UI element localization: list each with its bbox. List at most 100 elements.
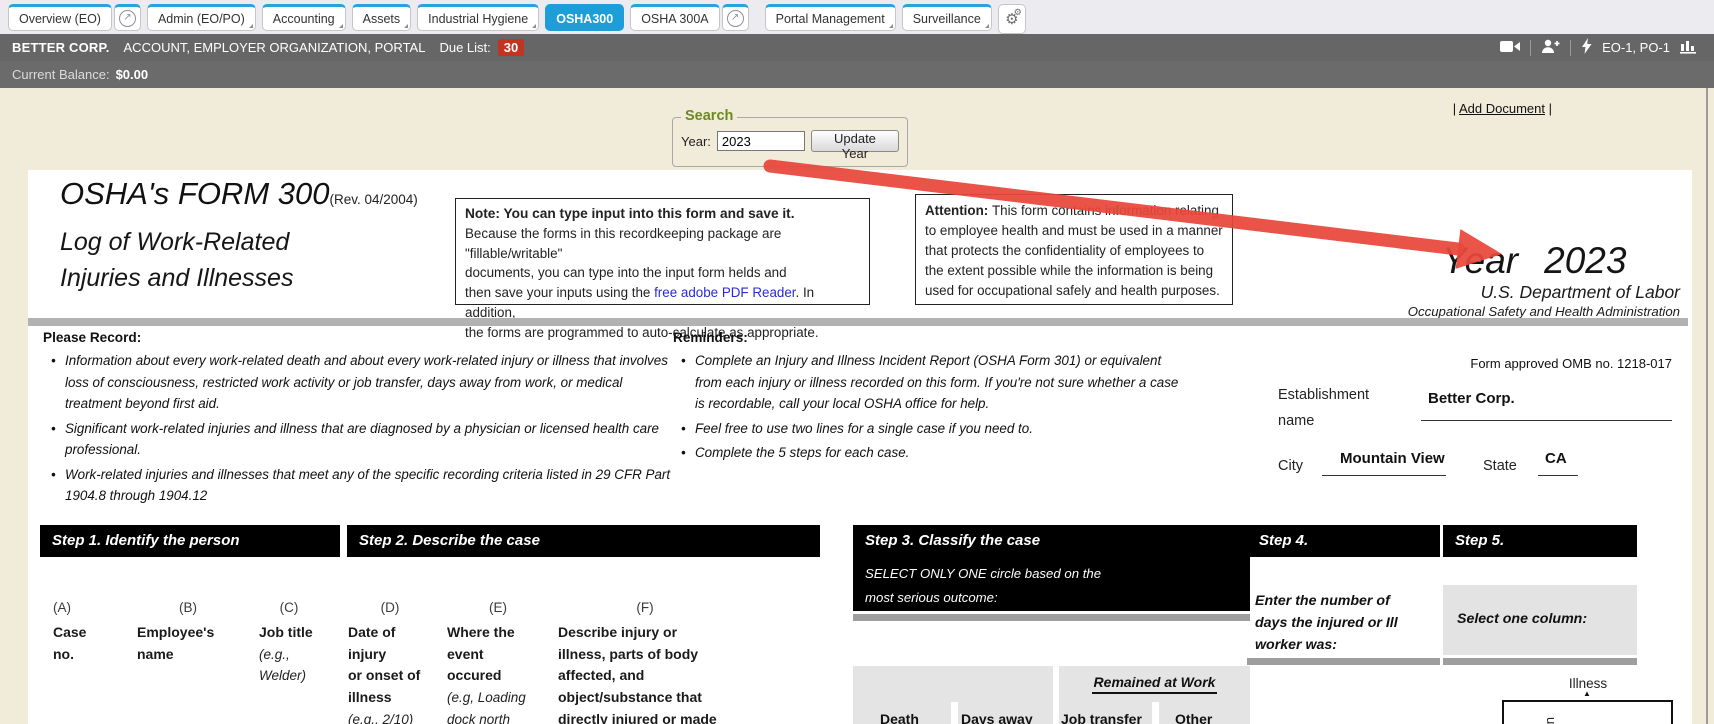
separator <box>1530 40 1531 56</box>
column-letter-a: (A) <box>42 600 82 615</box>
illness-column-rotated-label: condition <box>1542 717 1557 724</box>
column-letter-c: (C) <box>269 600 309 615</box>
reminders-bullet: Feel free to use two lines for a single … <box>679 418 1180 440</box>
form-year-value: 2023 <box>1544 240 1626 281</box>
tab-label: Surveillance <box>913 12 981 26</box>
balance-bar: Current Balance: $0.00 <box>0 61 1714 88</box>
state-value[interactable]: CA <box>1545 450 1567 467</box>
column-header-line: object/substance that <box>558 687 758 709</box>
column-header-line: affected, and <box>558 665 758 687</box>
column-header-line: Case <box>53 622 128 644</box>
step5-header: Step 5. <box>1443 525 1637 557</box>
tab-osha300-active[interactable]: OSHA300 <box>545 4 624 31</box>
tab-surveillance[interactable]: Surveillance <box>902 4 992 31</box>
dropdown-indicator-icon <box>985 24 989 28</box>
dept-of-labor-text: U.S. Department of Labor <box>1481 282 1680 303</box>
header-icon-group: EO-1, PO-1 <box>1500 38 1702 57</box>
org-codes-text: EO-1, PO-1 <box>1602 40 1670 55</box>
search-fieldset: Search Year: Update Year <box>672 117 908 167</box>
dropdown-indicator-icon <box>532 24 536 28</box>
column-header-line: Date of <box>348 622 446 644</box>
account-header-bar: BETTER CORP. ACCOUNT, EMPLOYER ORGANIZAT… <box>0 34 1714 61</box>
year-input[interactable] <box>717 131 805 151</box>
column-header-example: (e.g., <box>259 644 351 666</box>
column-divider <box>1152 702 1159 724</box>
note-line: then save your inputs using the free ado… <box>465 283 860 323</box>
column-header-line: injury <box>348 644 446 666</box>
column-header-line: name <box>137 644 249 666</box>
pipe: | <box>1545 101 1552 116</box>
due-list-count-badge[interactable]: 30 <box>498 39 524 56</box>
section-divider <box>28 318 1688 326</box>
settings-tab-button[interactable]: ⚙ ⚙ <box>998 4 1026 34</box>
osha-form-page: OSHA's FORM 300(Rev. 04/2004) Log of Wor… <box>28 170 1692 724</box>
tab-label: Portal Management <box>776 12 885 26</box>
tab-industrial-hygiene[interactable]: Industrial Hygiene <box>417 4 539 31</box>
step4-divider <box>1247 658 1440 665</box>
city-label: City <box>1278 453 1303 479</box>
note-box: Note: You can type input into this form … <box>455 198 870 305</box>
tab-osha300a[interactable]: OSHA 300A <box>630 4 719 31</box>
company-name: BETTER CORP. <box>12 40 110 55</box>
form-revision: (Rev. 04/2004) <box>329 192 417 207</box>
column-letter-d: (D) <box>370 600 410 615</box>
step3-header: Step 3. Classify the case SELECT ONLY ON… <box>853 525 1250 611</box>
tab-label: Assets <box>363 12 401 26</box>
form-title: OSHA's FORM 300(Rev. 04/2004) <box>60 176 418 212</box>
search-legend: Search <box>681 108 737 124</box>
osha-agency-text: Occupational Safety and Health Administr… <box>1408 304 1680 319</box>
tab-label: Admin (EO/PO) <box>158 12 245 26</box>
tab-assets[interactable]: Assets <box>352 4 412 31</box>
tab-portal-management[interactable]: Portal Management <box>765 4 896 31</box>
please-record-list: Information about every work-related dea… <box>43 350 675 507</box>
step3-divider <box>853 614 1250 621</box>
main-tab-bar: Overview (EO) ↗ Admin (EO/PO) Accounting… <box>0 0 1714 34</box>
add-document-link[interactable]: | Add Document | <box>1453 101 1552 116</box>
step3-title: Step 3. Classify the case <box>865 532 1250 549</box>
step5-instruction-cell: Select one column: <box>1443 585 1637 655</box>
column-divider <box>951 702 958 724</box>
tab-osha300a-external-button[interactable]: ↗ <box>722 4 749 31</box>
video-camera-icon[interactable] <box>1500 40 1520 56</box>
step4-instruction: Enter the number of days the injured or … <box>1255 590 1398 656</box>
step3-subtitle: SELECT ONLY ONE circle based on the most… <box>865 562 1250 610</box>
reminders-bullet: Complete the 5 steps for each case. <box>679 442 1180 464</box>
dropdown-indicator-icon <box>889 24 893 28</box>
column-header-example: Welder) <box>259 665 351 687</box>
bar-chart-icon[interactable] <box>1680 38 1698 57</box>
step5-instruction: Select one column: <box>1457 611 1587 627</box>
illness-column-box <box>1502 700 1673 724</box>
column-header-line: occured <box>447 665 555 687</box>
column-header-line: Describe injury or <box>558 622 758 644</box>
state-underline <box>1538 475 1578 476</box>
current-balance-value: $0.00 <box>116 67 149 82</box>
scrollbar-track <box>1706 88 1708 724</box>
tab-overview-eo[interactable]: Overview (EO) <box>8 4 112 31</box>
lightning-bolt-icon[interactable] <box>1581 38 1592 57</box>
tab-overview-external-button[interactable]: ↗ <box>114 4 141 31</box>
step4-header: Step 4. <box>1247 525 1440 557</box>
establishment-underline <box>1421 420 1672 421</box>
tab-accounting[interactable]: Accounting <box>262 4 346 31</box>
tab-label: OSHA 300A <box>641 12 708 26</box>
arrow-up-icon: ▲ <box>1583 689 1591 698</box>
column-header-line: Where the <box>447 622 555 644</box>
tab-label: Accounting <box>273 12 335 26</box>
form-subtitle: Log of Work-Related Injuries and Illness… <box>60 224 293 296</box>
city-value[interactable]: Mountain View <box>1340 450 1445 467</box>
column-header-example: (e.g, Loading <box>447 687 555 709</box>
classify-death-label: Death <box>880 711 919 724</box>
tab-admin-eopo[interactable]: Admin (EO/PO) <box>147 4 256 31</box>
account-context: ACCOUNT, EMPLOYER ORGANIZATION, PORTAL <box>124 40 426 55</box>
column-header-job-title: Job title (e.g.,Welder) <box>259 622 351 687</box>
column-header-case-no: Caseno. <box>53 622 128 665</box>
pdf-reader-link[interactable]: free adobe PDF Reader <box>654 285 795 300</box>
dropdown-indicator-icon <box>249 24 253 28</box>
establishment-value[interactable]: Better Corp. <box>1428 390 1515 407</box>
reminders-section: Reminders: Complete an Injury and Illnes… <box>673 330 1180 467</box>
add-person-icon[interactable] <box>1541 39 1560 57</box>
update-year-button[interactable]: Update Year <box>811 130 899 152</box>
step5-divider <box>1443 658 1637 665</box>
form-year-display: Year2023 <box>1442 240 1626 282</box>
column-header-where-event: Where theeventoccured (e.g, Loadingdock … <box>447 622 555 724</box>
